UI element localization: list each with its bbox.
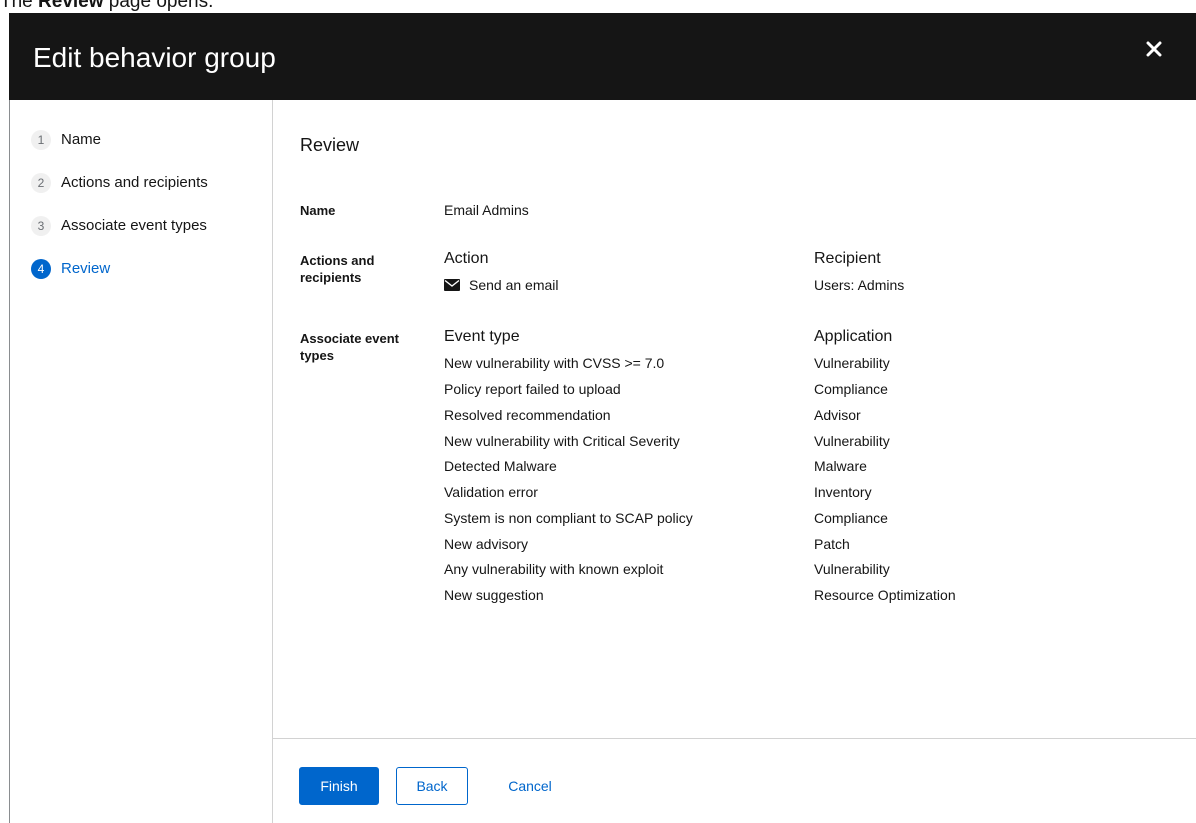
application-cell: Resource Optimization bbox=[814, 587, 956, 603]
modal-footer: Finish Back Cancel bbox=[273, 738, 1196, 823]
modal-header: Edit behavior group bbox=[9, 13, 1196, 100]
event-type-cell: New vulnerability with Critical Severity bbox=[444, 433, 680, 449]
edit-behavior-group-modal: Edit behavior group 1 Name 2 Actions and… bbox=[9, 13, 1196, 823]
application-cell: Vulnerability bbox=[814, 433, 890, 449]
event-type-cell: Detected Malware bbox=[444, 458, 557, 474]
action-value-row: Send an email bbox=[444, 276, 559, 294]
action-value: Send an email bbox=[469, 277, 559, 293]
application-cell: Inventory bbox=[814, 484, 872, 500]
event-type-cell: Any vulnerability with known exploit bbox=[444, 561, 664, 577]
step-number: 2 bbox=[31, 172, 51, 193]
step-number: 4 bbox=[31, 258, 51, 279]
application-cell: Vulnerability bbox=[814, 561, 890, 577]
close-icon bbox=[1146, 41, 1162, 57]
event-type-cell: Resolved recommendation bbox=[444, 407, 611, 423]
action-header: Action bbox=[444, 250, 489, 267]
document-caption: The Review page opens. bbox=[0, 0, 213, 13]
modal-title: Edit behavior group bbox=[33, 42, 276, 73]
recipient-value: Users: Admins bbox=[814, 277, 905, 293]
envelope-icon bbox=[444, 279, 460, 291]
event-type-cell: New advisory bbox=[444, 536, 529, 552]
event-type-cell: New vulnerability with CVSS >= 7.0 bbox=[444, 355, 665, 371]
nav-item-associate-event-types[interactable]: 3 Associate event types bbox=[10, 204, 272, 247]
finish-button[interactable]: Finish bbox=[299, 767, 379, 805]
step-number: 1 bbox=[31, 129, 51, 150]
event-type-cell: New suggestion bbox=[444, 587, 544, 603]
event-type-cell: System is non compliant to SCAP policy bbox=[444, 510, 693, 526]
name-term: Name bbox=[300, 203, 336, 218]
review-title: Review bbox=[300, 135, 360, 155]
recipient-header: Recipient bbox=[814, 250, 881, 267]
caption-suffix: page opens. bbox=[103, 0, 214, 12]
application-cell: Malware bbox=[814, 458, 867, 474]
close-button[interactable] bbox=[1140, 35, 1168, 63]
application-cell: Patch bbox=[814, 536, 850, 552]
application-cell: Advisor bbox=[814, 407, 861, 423]
event-type-header: Event type bbox=[444, 328, 520, 345]
nav-item-label: Associate event types bbox=[61, 217, 207, 234]
nav-item-actions-and-recipients[interactable]: 2 Actions and recipients bbox=[10, 161, 272, 204]
wizard-nav: 1 Name 2 Actions and recipients 3 Associ… bbox=[10, 100, 273, 823]
nav-item-review[interactable]: 4 Review bbox=[10, 247, 272, 290]
actions-term: Actions and recipients bbox=[300, 253, 375, 285]
nav-item-name[interactable]: 1 Name bbox=[10, 118, 272, 161]
application-cell: Compliance bbox=[814, 510, 888, 526]
step-number: 3 bbox=[31, 215, 51, 236]
caption-prefix: The bbox=[0, 0, 39, 12]
nav-item-label: Actions and recipients bbox=[61, 174, 208, 191]
application-header: Application bbox=[814, 328, 893, 345]
name-value: Email Admins bbox=[444, 202, 529, 218]
nav-item-label: Name bbox=[61, 131, 102, 148]
application-cell: Compliance bbox=[814, 381, 888, 397]
back-button[interactable]: Back bbox=[396, 767, 468, 805]
event-type-cell: Validation error bbox=[444, 484, 538, 500]
nav-item-label: Review bbox=[61, 260, 111, 277]
event-type-cell: Policy report failed to upload bbox=[444, 381, 621, 397]
review-content: Review Name Email Admins Actions and rec… bbox=[273, 100, 1196, 738]
application-cell: Vulnerability bbox=[814, 355, 890, 371]
cancel-button[interactable]: Cancel bbox=[491, 767, 569, 805]
caption-bold: Review bbox=[38, 0, 104, 12]
events-term: Associate event types bbox=[300, 331, 399, 363]
